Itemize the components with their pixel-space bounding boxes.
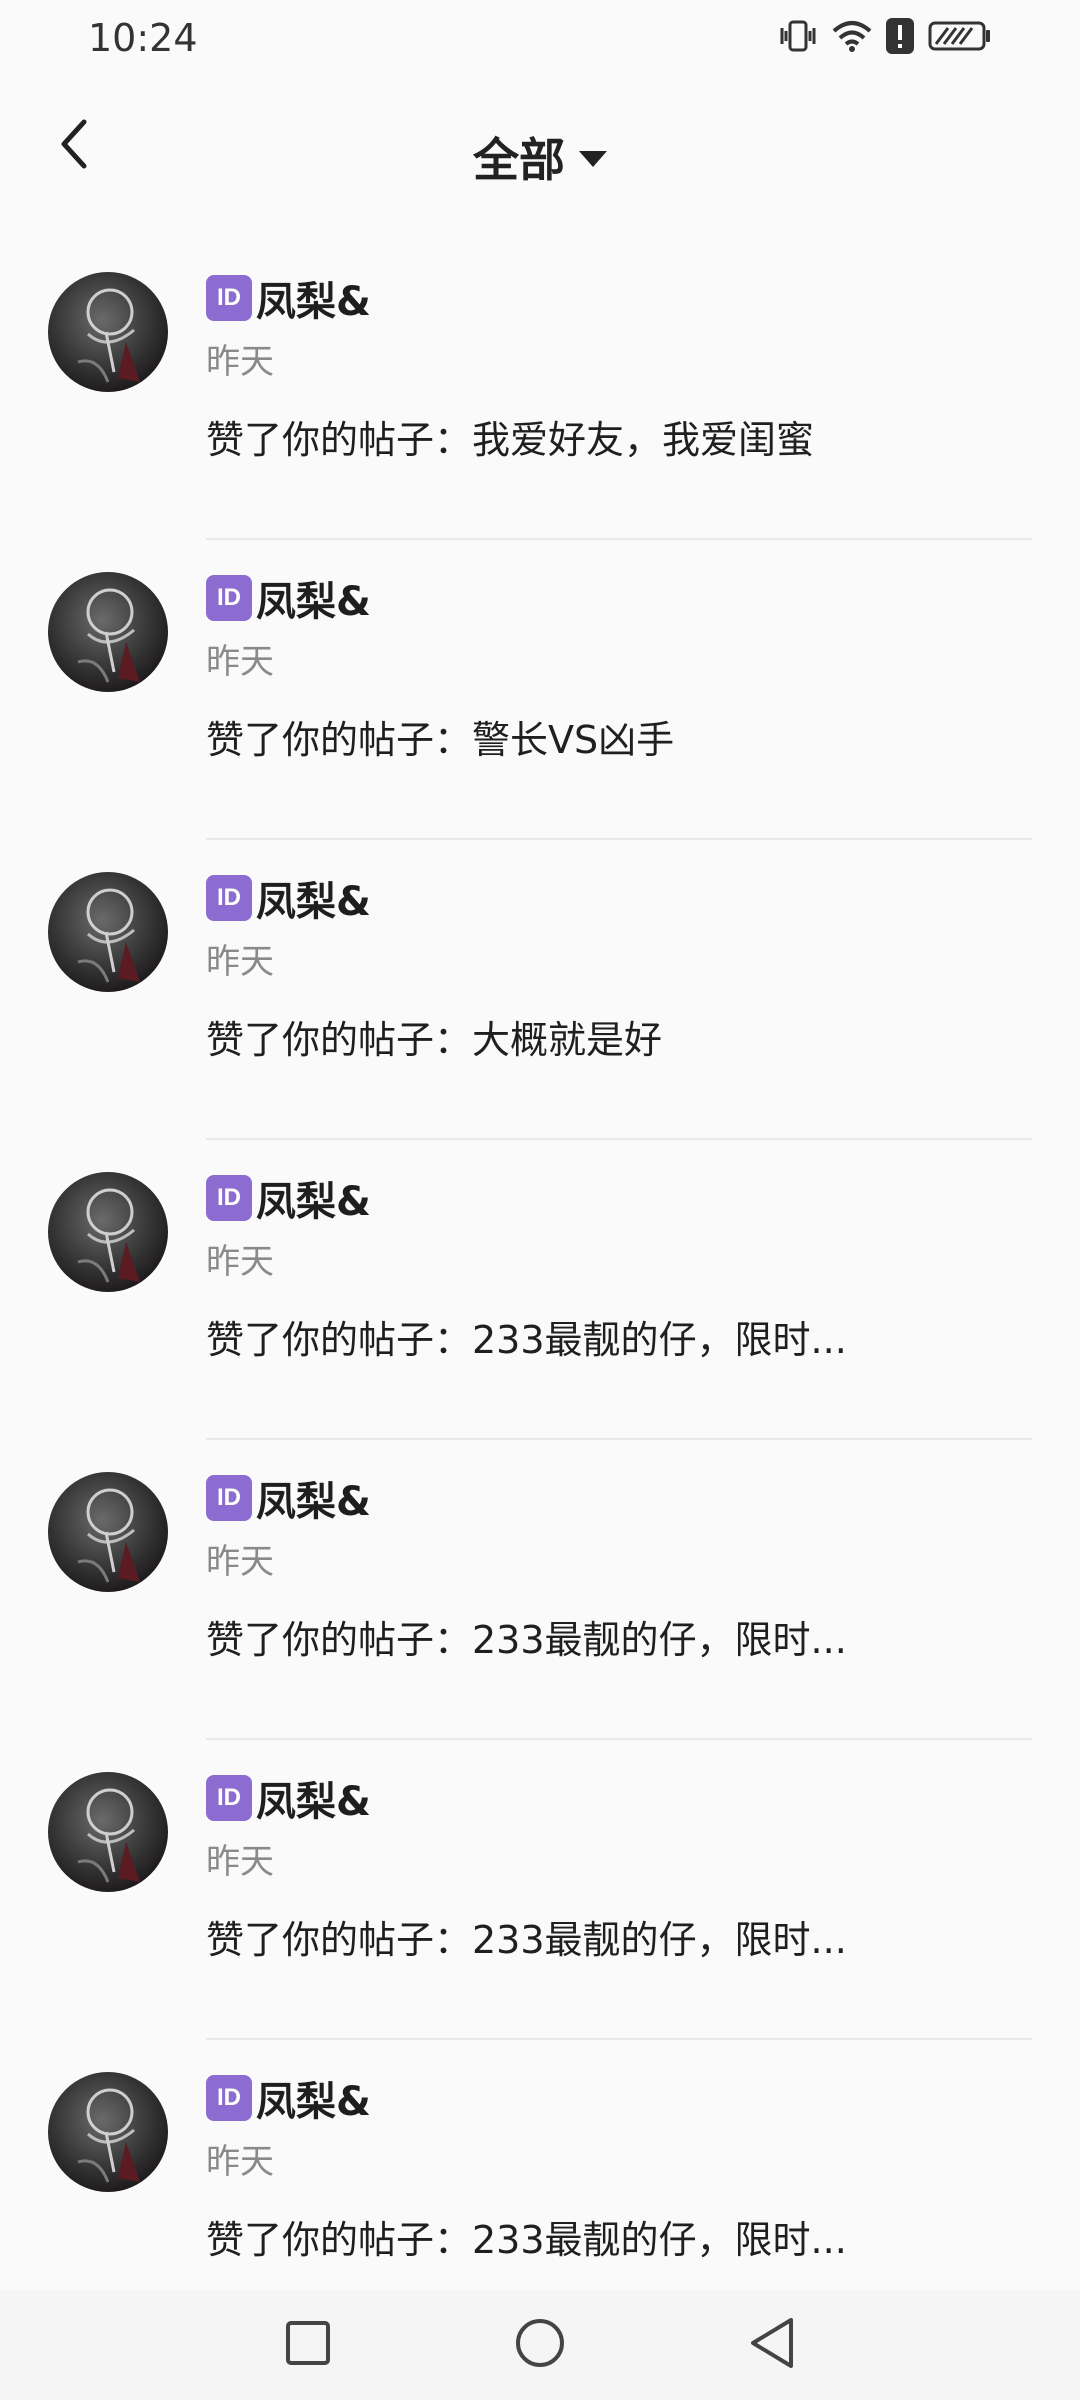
notification-content: ID 凤梨& 昨天 赞了你的帖子：大概就是好 — [206, 870, 1032, 1064]
notification-content: ID 凤梨& 昨天 赞了你的帖子：我爱好友，我爱闺蜜 — [206, 270, 1032, 464]
notification-content: ID 凤梨& 昨天 赞了你的帖子：233最靓的仔，限时... — [206, 1770, 1032, 1964]
avatar[interactable] — [48, 1772, 168, 1892]
notification-message: 赞了你的帖子：233最靓的仔，限时... — [206, 1918, 847, 1962]
notification-item[interactable]: ID 凤梨& 昨天 赞了你的帖子：我爱好友，我爱闺蜜 — [0, 240, 1080, 540]
notification-time: 昨天 — [206, 1542, 274, 1582]
name-row: ID 凤梨& — [206, 570, 1032, 626]
name-row: ID 凤梨& — [206, 1470, 1032, 1526]
home-button[interactable] — [504, 2309, 576, 2381]
recents-square-icon — [284, 2319, 332, 2371]
id-badge-icon: ID — [206, 875, 252, 921]
alert-icon — [886, 18, 914, 54]
id-badge-icon: ID — [206, 1475, 252, 1521]
id-badge-icon: ID — [206, 275, 252, 321]
name-row: ID 凤梨& — [206, 2070, 1032, 2126]
back-triangle-icon — [747, 2316, 797, 2374]
status-bar: 10:24 — [0, 0, 1080, 80]
notification-message: 赞了你的帖子：我爱好友，我爱闺蜜 — [206, 418, 815, 462]
notification-message: 赞了你的帖子：233最靓的仔，限时... — [206, 2218, 847, 2262]
status-time: 10:24 — [88, 16, 198, 60]
notification-time: 昨天 — [206, 1242, 274, 1282]
name-row: ID 凤梨& — [206, 870, 1032, 926]
avatar[interactable] — [48, 2072, 168, 2192]
notification-message: 赞了你的帖子：大概就是好 — [206, 1018, 663, 1062]
user-name[interactable]: 凤梨& — [256, 1469, 371, 1527]
notification-item[interactable]: ID 凤梨& 昨天 赞了你的帖子：233最靓的仔，限时... — [0, 1140, 1080, 1440]
notification-time: 昨天 — [206, 642, 274, 682]
notification-time: 昨天 — [206, 342, 274, 382]
user-name[interactable]: 凤梨& — [256, 2069, 371, 2127]
notification-item[interactable]: ID 凤梨& 昨天 赞了你的帖子：233最靓的仔，限时... — [0, 1740, 1080, 2040]
notification-time: 昨天 — [206, 2142, 274, 2182]
avatar[interactable] — [48, 272, 168, 392]
notification-list: ID 凤梨& 昨天 赞了你的帖子：我爱好友，我爱闺蜜 ID 凤梨& 昨天 赞了你 — [0, 240, 1080, 2340]
notification-item[interactable]: ID 凤梨& 昨天 赞了你的帖子：大概就是好 — [0, 840, 1080, 1140]
user-name[interactable]: 凤梨& — [256, 569, 371, 627]
recents-button[interactable] — [272, 2309, 344, 2381]
notification-item[interactable]: ID 凤梨& 昨天 赞了你的帖子：警长VS凶手 — [0, 540, 1080, 840]
top-app-bar: 全部 — [0, 80, 1080, 220]
user-name[interactable]: 凤梨& — [256, 1169, 371, 1227]
home-circle-icon — [514, 2317, 566, 2373]
notification-item[interactable]: ID 凤梨& 昨天 赞了你的帖子：233最靓的仔，限时... — [0, 1440, 1080, 1740]
user-name[interactable]: 凤梨& — [256, 1769, 371, 1827]
avatar[interactable] — [48, 1472, 168, 1592]
wifi-icon — [832, 19, 872, 53]
user-name[interactable]: 凤梨& — [256, 269, 371, 327]
notification-content: ID 凤梨& 昨天 赞了你的帖子：233最靓的仔，限时... — [206, 2070, 1032, 2264]
name-row: ID 凤梨& — [206, 1170, 1032, 1226]
id-badge-icon: ID — [206, 1175, 252, 1221]
user-name[interactable]: 凤梨& — [256, 869, 371, 927]
notification-time: 昨天 — [206, 1842, 274, 1882]
notification-content: ID 凤梨& 昨天 赞了你的帖子：233最靓的仔，限时... — [206, 1470, 1032, 1664]
vibrate-icon — [778, 18, 818, 54]
id-badge-icon: ID — [206, 1775, 252, 1821]
status-icons — [778, 18, 992, 54]
filter-dropdown[interactable]: 全部 — [0, 124, 1080, 190]
name-row: ID 凤梨& — [206, 1770, 1032, 1826]
notification-message: 赞了你的帖子：233最靓的仔，限时... — [206, 1618, 847, 1662]
battery-saver-icon — [928, 20, 992, 52]
id-badge-icon: ID — [206, 2075, 252, 2121]
notification-content: ID 凤梨& 昨天 赞了你的帖子：警长VS凶手 — [206, 570, 1032, 764]
nav-back-button[interactable] — [736, 2309, 808, 2381]
caret-down-icon — [579, 151, 607, 167]
id-badge-icon: ID — [206, 575, 252, 621]
notification-message: 赞了你的帖子：警长VS凶手 — [206, 718, 675, 762]
system-nav-bar — [0, 2290, 1080, 2400]
avatar[interactable] — [48, 872, 168, 992]
avatar[interactable] — [48, 1172, 168, 1292]
notification-message: 赞了你的帖子：233最靓的仔，限时... — [206, 1318, 847, 1362]
avatar[interactable] — [48, 572, 168, 692]
name-row: ID 凤梨& — [206, 270, 1032, 326]
notification-time: 昨天 — [206, 942, 274, 982]
page-title: 全部 — [473, 133, 565, 187]
notification-content: ID 凤梨& 昨天 赞了你的帖子：233最靓的仔，限时... — [206, 1170, 1032, 1364]
